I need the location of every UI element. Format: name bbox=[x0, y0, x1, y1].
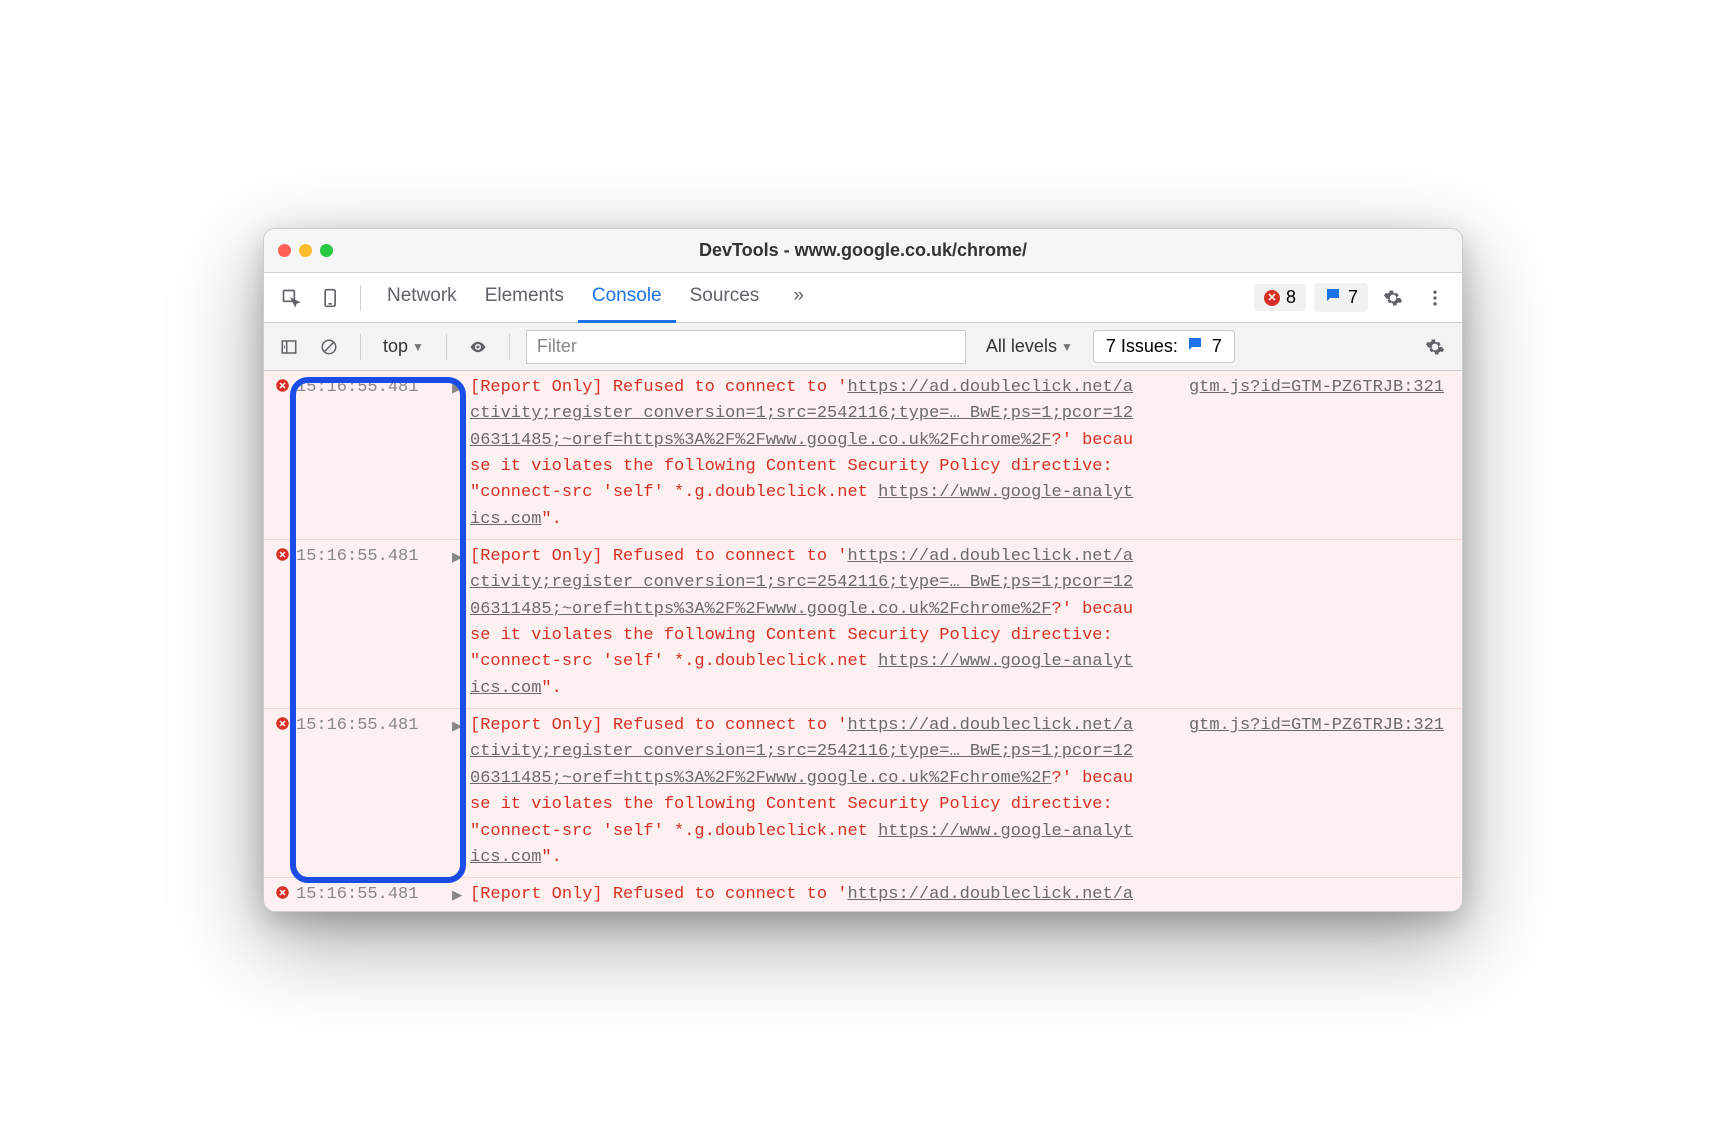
expand-icon[interactable]: ▶ bbox=[452, 544, 470, 702]
dropdown-icon: ▼ bbox=[412, 340, 424, 354]
log-text: [Report Only] Refused to connect to ' bbox=[470, 378, 847, 397]
live-expression-button[interactable] bbox=[463, 332, 493, 362]
message-count: 7 bbox=[1348, 287, 1358, 308]
dropdown-icon: ▼ bbox=[1061, 340, 1073, 354]
tab-console[interactable]: Console bbox=[578, 273, 676, 323]
log-message: [Report Only] Refused to connect to 'htt… bbox=[470, 713, 1454, 871]
message-icon bbox=[1324, 286, 1342, 309]
device-toolbar-button[interactable] bbox=[314, 281, 348, 315]
tab-elements[interactable]: Elements bbox=[471, 273, 578, 323]
error-icon bbox=[272, 544, 292, 702]
expand-icon[interactable]: ▶ bbox=[452, 713, 470, 871]
console-log-row[interactable]: 15:16:55.481▶[Report Only] Refused to co… bbox=[264, 878, 1462, 911]
divider bbox=[360, 334, 361, 360]
inspect-element-button[interactable] bbox=[274, 281, 308, 315]
tab-overflow[interactable]: » bbox=[779, 273, 818, 323]
log-timestamp: 15:16:55.481 bbox=[292, 375, 452, 533]
log-text: [Report Only] Refused to connect to ' bbox=[470, 716, 847, 735]
log-text: [Report Only] Refused to connect to ' bbox=[470, 547, 847, 566]
tab-sources[interactable]: Sources bbox=[676, 273, 774, 323]
error-icon: ✕ bbox=[1264, 290, 1280, 306]
console-toolbar: top ▼ All levels ▼ 7 Issues: 7 bbox=[264, 323, 1462, 371]
log-source-link[interactable]: gtm.js?id=GTM-PZ6TRJB:321 bbox=[1189, 375, 1444, 401]
log-timestamp: 15:16:55.481 bbox=[292, 882, 452, 911]
error-count-badge[interactable]: ✕ 8 bbox=[1254, 284, 1306, 311]
divider bbox=[446, 334, 447, 360]
close-window-button[interactable] bbox=[278, 244, 291, 257]
console-settings-button[interactable] bbox=[1418, 330, 1452, 364]
more-menu-button[interactable] bbox=[1418, 281, 1452, 315]
log-timestamp: 15:16:55.481 bbox=[292, 544, 452, 702]
error-icon bbox=[272, 713, 292, 871]
levels-selector[interactable]: All levels ▼ bbox=[976, 336, 1083, 357]
console-body: 15:16:55.481▶[Report Only] Refused to co… bbox=[264, 371, 1462, 911]
traffic-lights bbox=[278, 244, 333, 257]
show-console-sidebar-button[interactable] bbox=[274, 332, 304, 362]
message-count-badge[interactable]: 7 bbox=[1314, 283, 1368, 312]
clear-console-button[interactable] bbox=[314, 332, 344, 362]
log-message: [Report Only] Refused to connect to 'htt… bbox=[470, 882, 1454, 911]
error-count: 8 bbox=[1286, 287, 1296, 308]
error-icon bbox=[272, 375, 292, 533]
log-message: [Report Only] Refused to connect to 'htt… bbox=[470, 544, 1454, 702]
divider bbox=[509, 334, 510, 360]
issues-count: 7 bbox=[1212, 336, 1222, 357]
zoom-window-button[interactable] bbox=[320, 244, 333, 257]
minimize-window-button[interactable] bbox=[299, 244, 312, 257]
main-tabbar: NetworkElementsConsoleSources » ✕ 8 7 bbox=[264, 273, 1462, 323]
log-text: ". bbox=[541, 510, 561, 529]
console-log-row[interactable]: 15:16:55.481▶[Report Only] Refused to co… bbox=[264, 371, 1462, 540]
issues-button[interactable]: 7 Issues: 7 bbox=[1093, 330, 1235, 363]
error-icon bbox=[272, 882, 292, 911]
window-title: DevTools - www.google.co.uk/chrome/ bbox=[264, 240, 1462, 261]
filter-input[interactable] bbox=[526, 330, 966, 364]
levels-label: All levels bbox=[986, 336, 1057, 357]
log-text: ". bbox=[541, 848, 561, 867]
log-text: [Report Only] Refused to connect to ' bbox=[470, 885, 847, 904]
log-timestamp: 15:16:55.481 bbox=[292, 713, 452, 871]
divider bbox=[360, 285, 361, 311]
tab-network[interactable]: Network bbox=[373, 273, 471, 323]
console-log-row[interactable]: 15:16:55.481▶[Report Only] Refused to co… bbox=[264, 540, 1462, 709]
issues-label: 7 Issues: bbox=[1106, 336, 1178, 357]
context-selector[interactable]: top ▼ bbox=[377, 334, 430, 359]
titlebar: DevTools - www.google.co.uk/chrome/ bbox=[264, 229, 1462, 273]
settings-button[interactable] bbox=[1376, 281, 1410, 315]
log-source-link[interactable]: gtm.js?id=GTM-PZ6TRJB:321 bbox=[1189, 713, 1444, 739]
message-icon bbox=[1186, 335, 1204, 358]
console-log-row[interactable]: 15:16:55.481▶[Report Only] Refused to co… bbox=[264, 709, 1462, 878]
context-label: top bbox=[383, 336, 408, 357]
log-text: ". bbox=[541, 679, 561, 698]
expand-icon[interactable]: ▶ bbox=[452, 882, 470, 911]
devtools-window: DevTools - www.google.co.uk/chrome/ Netw… bbox=[263, 228, 1463, 912]
log-message: [Report Only] Refused to connect to 'htt… bbox=[470, 375, 1454, 533]
expand-icon[interactable]: ▶ bbox=[452, 375, 470, 533]
